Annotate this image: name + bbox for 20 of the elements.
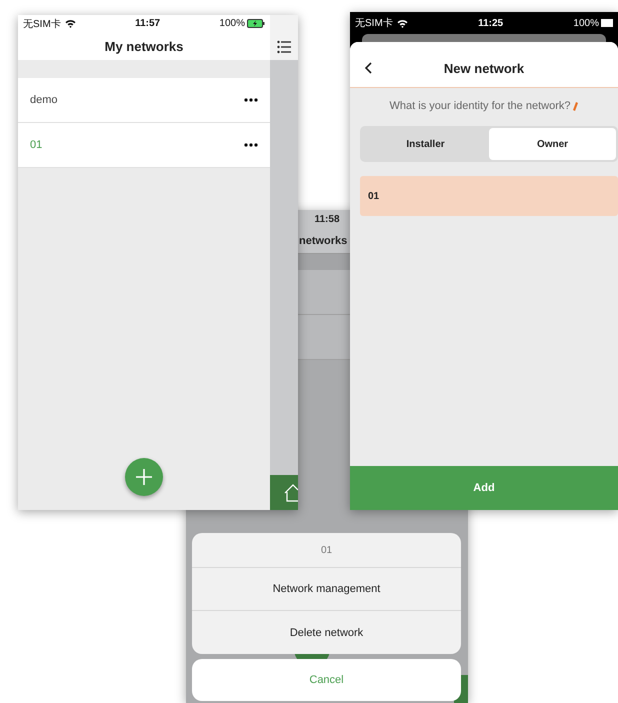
network-name: 01: [30, 139, 42, 151]
network-name: demo: [30, 94, 58, 106]
screen-title: networks: [299, 234, 348, 246]
status-time: 11:58: [314, 214, 340, 224]
identity-option[interactable]: Owner: [489, 128, 616, 160]
status-time: 11:25: [477, 18, 504, 28]
network-name-field[interactable]: 01: [360, 176, 618, 216]
carrier-label: 无SIM卡: [355, 16, 393, 30]
screen-title: My networks: [104, 38, 184, 54]
screen-title: New network: [444, 61, 524, 76]
carrier-label: 无SIM卡: [23, 18, 61, 30]
battery-percent: 100%: [573, 18, 599, 28]
identity-prompt: What is your identity for the network?: [390, 100, 570, 112]
network-row[interactable]: demo: [18, 78, 270, 123]
battery-percent: 100%: [219, 18, 245, 29]
identity-option[interactable]: Installer: [362, 128, 489, 160]
action-item[interactable]: Network management: [192, 568, 461, 611]
status-time: 11:57: [134, 18, 162, 29]
action-item[interactable]: Delete network: [192, 611, 461, 654]
action-sheet-title: 01: [320, 544, 332, 556]
